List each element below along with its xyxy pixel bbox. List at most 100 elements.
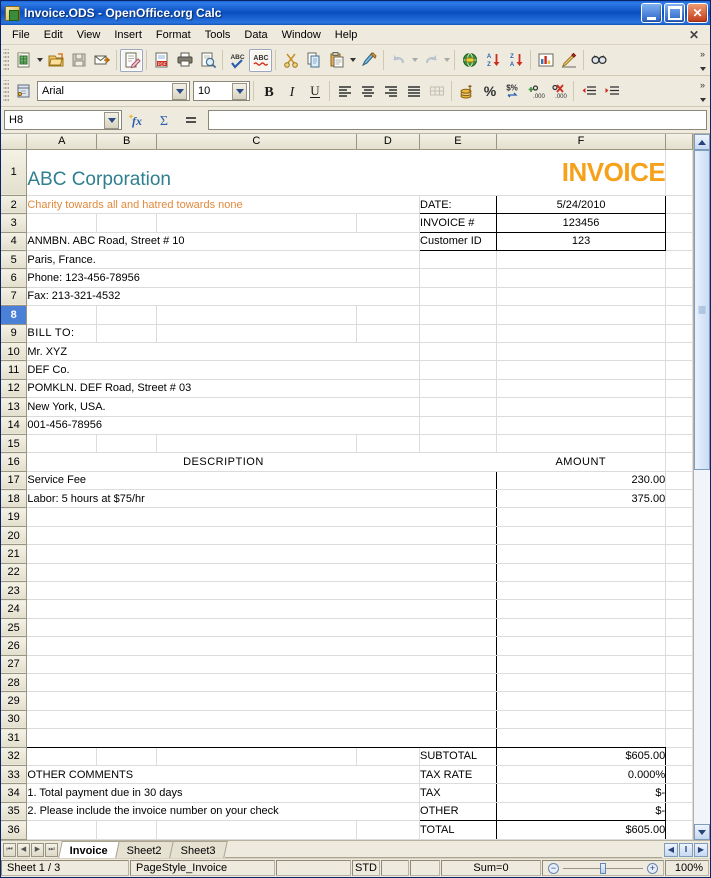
row-header-25[interactable]: 25 bbox=[1, 618, 28, 638]
cell-d8[interactable] bbox=[356, 305, 421, 325]
name-box[interactable]: H8 bbox=[4, 110, 122, 130]
cell-d15[interactable] bbox=[356, 434, 421, 454]
cell-d14[interactable] bbox=[356, 416, 421, 435]
menu-data[interactable]: Data bbox=[237, 27, 274, 43]
cell-a29[interactable] bbox=[26, 691, 420, 711]
column-header-f[interactable]: F bbox=[496, 134, 667, 150]
toolbar-grip[interactable] bbox=[3, 80, 9, 102]
cell-f22[interactable] bbox=[496, 563, 667, 583]
bill-to-line-3[interactable]: POMKLN. DEF Road, Street # 03 bbox=[26, 379, 357, 399]
sheet-tab-sheet3[interactable]: Sheet3 bbox=[168, 841, 228, 858]
cell-f27[interactable] bbox=[496, 655, 667, 674]
new-document-icon[interactable] bbox=[12, 49, 35, 72]
input-line[interactable] bbox=[208, 110, 707, 130]
row-header-17[interactable]: 17 bbox=[1, 471, 28, 491]
justified-icon[interactable] bbox=[402, 80, 425, 103]
row-header-26[interactable]: 26 bbox=[1, 636, 28, 656]
cell-f7[interactable] bbox=[496, 287, 667, 307]
cell-g16[interactable] bbox=[665, 452, 693, 472]
cell-c8[interactable] bbox=[156, 305, 357, 325]
cell-c9[interactable] bbox=[156, 324, 357, 343]
cell-f15[interactable] bbox=[496, 434, 667, 454]
new-document-dropdown[interactable] bbox=[35, 49, 44, 72]
line-item-1-amount[interactable]: 230.00 bbox=[496, 471, 667, 491]
function-wizard-icon[interactable]: fx bbox=[125, 109, 149, 131]
cell-g10[interactable] bbox=[665, 342, 693, 362]
customer-id-value[interactable]: 123 bbox=[495, 231, 667, 252]
column-header-d[interactable]: D bbox=[356, 134, 421, 150]
cell-a8[interactable] bbox=[26, 305, 98, 325]
cell-f5[interactable] bbox=[496, 250, 667, 270]
cell-f8[interactable] bbox=[496, 305, 667, 325]
cell-d36[interactable] bbox=[356, 820, 421, 840]
cell-f21[interactable] bbox=[496, 544, 667, 564]
cell-g22[interactable] bbox=[665, 563, 693, 583]
row-header-30[interactable]: 30 bbox=[1, 710, 28, 730]
cell-f31[interactable] bbox=[496, 728, 667, 748]
row-header-5[interactable]: 5 bbox=[1, 250, 28, 270]
paste-dropdown[interactable] bbox=[348, 49, 357, 72]
menu-file[interactable]: File bbox=[5, 27, 37, 43]
cell-g6[interactable] bbox=[665, 268, 693, 288]
redo-dropdown[interactable] bbox=[442, 49, 451, 72]
bill-to-line-4[interactable]: New York, USA. bbox=[26, 397, 357, 417]
bill-to-line-1[interactable]: Mr. XYZ bbox=[26, 342, 357, 362]
align-right-icon[interactable] bbox=[379, 80, 402, 103]
menu-tools[interactable]: Tools bbox=[198, 27, 238, 43]
edit-file-icon[interactable] bbox=[120, 48, 143, 72]
cell-a15[interactable] bbox=[26, 434, 98, 454]
cell-g20[interactable] bbox=[665, 526, 693, 546]
row-header-10[interactable]: 10 bbox=[1, 342, 28, 362]
row-header-24[interactable]: 24 bbox=[1, 599, 28, 619]
autospellcheck-icon[interactable]: ABC bbox=[249, 48, 272, 72]
add-decimal-icon[interactable]: .000 bbox=[524, 80, 547, 103]
print-preview-icon[interactable] bbox=[196, 49, 219, 72]
insert-chart-icon[interactable] bbox=[534, 49, 557, 72]
cell-a21[interactable] bbox=[26, 544, 420, 564]
cell-g14[interactable] bbox=[665, 416, 693, 435]
cell-a24[interactable] bbox=[26, 599, 420, 619]
cell-f23[interactable] bbox=[496, 581, 667, 601]
cell-e15[interactable] bbox=[419, 434, 497, 454]
cell-e24[interactable] bbox=[419, 599, 497, 619]
sum-icon[interactable]: Σ bbox=[152, 109, 176, 131]
cell-e18[interactable] bbox=[419, 489, 497, 509]
row-header-32[interactable]: 32 bbox=[1, 747, 28, 766]
cell-e17[interactable] bbox=[419, 471, 497, 491]
row-header-7[interactable]: 7 bbox=[1, 287, 28, 307]
bill-to-line-5[interactable]: 001-456-78956 bbox=[26, 416, 357, 435]
formatting-toolbar-overflow[interactable]: » bbox=[696, 76, 709, 106]
row-header-14[interactable]: 14 bbox=[1, 416, 28, 435]
cell-a31[interactable] bbox=[26, 728, 420, 748]
row-header-4[interactable]: 4 bbox=[1, 232, 28, 252]
line-item-2-description[interactable]: Labor: 5 hours at $75/hr bbox=[26, 489, 420, 509]
cell-f11[interactable] bbox=[496, 360, 667, 380]
cell-f26[interactable] bbox=[496, 636, 667, 656]
bold-icon[interactable]: B bbox=[257, 80, 280, 103]
cell-a23[interactable] bbox=[26, 581, 420, 601]
undo-dropdown[interactable] bbox=[410, 49, 419, 72]
line-item-1-description[interactable]: Service Fee bbox=[26, 471, 420, 491]
row-header-1[interactable]: 1 bbox=[1, 149, 28, 196]
font-size-dropdown-icon[interactable] bbox=[232, 82, 247, 100]
menu-edit[interactable]: Edit bbox=[37, 27, 70, 43]
email-document-icon[interactable] bbox=[90, 49, 113, 72]
cell-a25[interactable] bbox=[26, 618, 420, 638]
select-all-corner[interactable] bbox=[1, 134, 28, 150]
row-header-8-selected[interactable]: 8 bbox=[1, 305, 28, 325]
cell-g5[interactable] bbox=[665, 250, 693, 270]
row-header-28[interactable]: 28 bbox=[1, 673, 28, 693]
cell-f25[interactable] bbox=[496, 618, 667, 638]
selection-mode-status[interactable] bbox=[381, 860, 409, 876]
row-header-36[interactable]: 36 bbox=[1, 820, 28, 840]
cell-e22[interactable] bbox=[419, 563, 497, 583]
find-replace-icon[interactable] bbox=[587, 49, 610, 72]
cell-b3[interactable] bbox=[96, 213, 158, 233]
cell-a27[interactable] bbox=[26, 655, 420, 674]
scroll-down-button[interactable] bbox=[694, 824, 710, 840]
close-button[interactable]: ✕ bbox=[687, 3, 708, 23]
line-item-2-amount[interactable]: 375.00 bbox=[496, 489, 667, 509]
row-header-6[interactable]: 6 bbox=[1, 268, 28, 288]
equals-icon[interactable] bbox=[179, 109, 203, 131]
row-header-16[interactable]: 16 bbox=[1, 452, 28, 472]
